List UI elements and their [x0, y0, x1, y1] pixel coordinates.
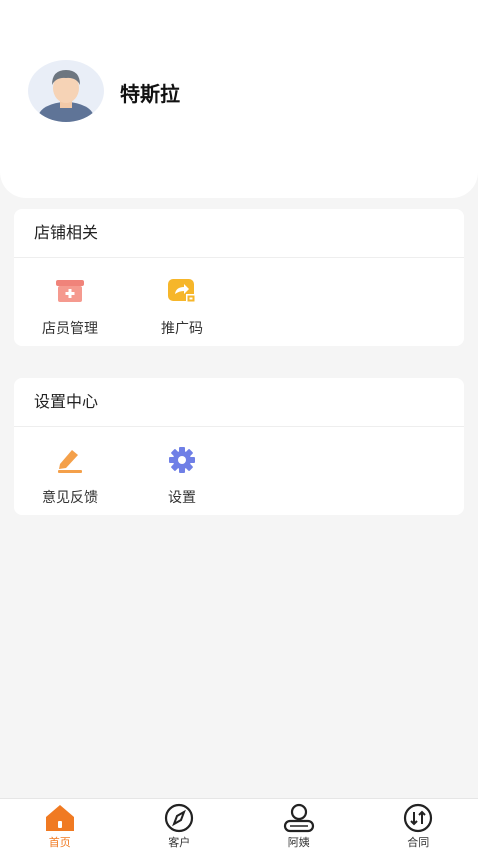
- store-section-card: 店铺相关 店员管理: [14, 209, 464, 346]
- feedback-item[interactable]: 意见反馈: [14, 427, 126, 507]
- avatar-person-icon: [28, 60, 104, 122]
- tab-contracts[interactable]: 合同: [359, 799, 478, 851]
- item-label: 设置: [168, 487, 196, 507]
- compass-icon: [162, 803, 196, 833]
- avatar[interactable]: [28, 60, 104, 122]
- staff-management-item[interactable]: 店员管理: [14, 258, 126, 338]
- promo-code-item[interactable]: 推广码: [126, 258, 238, 338]
- settings-section-card: 设置中心 意见反馈: [14, 378, 464, 515]
- section-title: 设置中心: [14, 378, 464, 427]
- tab-label: 合同: [407, 834, 429, 850]
- profile-header: 特斯拉: [0, 0, 478, 198]
- person-icon: [282, 803, 316, 833]
- edit-icon: [53, 443, 87, 477]
- gear-icon: [165, 443, 199, 477]
- item-label: 意见反馈: [42, 487, 98, 507]
- tab-label: 阿姨: [288, 834, 310, 850]
- settings-item[interactable]: 设置: [126, 427, 238, 507]
- section-title: 店铺相关: [14, 209, 464, 258]
- home-icon: [43, 803, 77, 833]
- tab-aunties[interactable]: 阿姨: [239, 799, 359, 851]
- bottom-tab-bar: 首页 客户 阿姨 合同: [0, 798, 478, 851]
- item-label: 店员管理: [42, 318, 98, 338]
- tab-label: 客户: [168, 834, 190, 850]
- tab-customers[interactable]: 客户: [120, 799, 240, 851]
- tab-label: 首页: [49, 834, 71, 850]
- tab-home[interactable]: 首页: [0, 799, 120, 851]
- share-qr-icon: [165, 274, 199, 308]
- store-icon: [53, 274, 87, 308]
- user-name[interactable]: 特斯拉: [120, 78, 180, 107]
- item-label: 推广码: [161, 318, 203, 338]
- swap-icon: [401, 803, 435, 833]
